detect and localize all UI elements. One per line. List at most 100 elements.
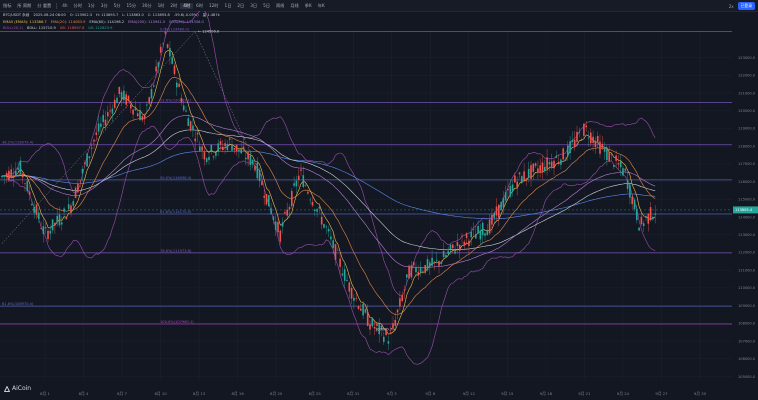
- toolbar-item[interactable]: 1时: [155, 3, 168, 9]
- toolbar-item[interactable]: 12时: [206, 3, 222, 9]
- candle-body: [498, 204, 500, 218]
- candle-body: [233, 147, 236, 150]
- candle-body: [470, 231, 472, 238]
- candle-body: [316, 208, 318, 212]
- candle-body: [302, 175, 305, 188]
- candle-body: [10, 169, 12, 178]
- candle-body: [141, 116, 144, 121]
- price-chart[interactable]: 123000.0 122000.0 121000.0 120000.0 119000.0…: [0, 11, 758, 400]
- candle-body: [240, 148, 242, 154]
- candle-body: [5, 173, 8, 176]
- candle-body: [222, 146, 224, 151]
- candle-body: [116, 97, 118, 104]
- toolbar-item[interactable]: 1分: [85, 3, 98, 9]
- y-tick-label: 118000.0: [738, 144, 756, 148]
- candle-body: [84, 162, 86, 164]
- candle-body: [88, 156, 91, 159]
- toolbar-item[interactable]: 3分: [98, 3, 111, 9]
- candle-body: [320, 216, 323, 225]
- toolbar-item[interactable]: 分 重置: [34, 3, 54, 9]
- candle-body: [307, 191, 309, 194]
- candle-body: [362, 303, 364, 316]
- candle-body: [51, 219, 54, 231]
- toolbar-item[interactable]: 分时: [71, 3, 85, 9]
- candle-body: [560, 159, 562, 165]
- candle-body: [228, 138, 231, 140]
- toolbar-item[interactable]: 15分: [124, 3, 140, 9]
- candle-body: [617, 163, 620, 165]
- toolbar-item[interactable]: 3日: [247, 3, 260, 9]
- toolbar-item[interactable]: 4时: [180, 2, 194, 9]
- candle-body: [300, 169, 302, 171]
- candle-body: [415, 266, 417, 273]
- candle-body: [164, 32, 167, 34]
- candle-body: [1, 176, 3, 178]
- y-tick-label: 108000.0: [738, 322, 756, 326]
- candle-body: [26, 180, 29, 192]
- candle-body: [173, 65, 176, 75]
- candle-body: [235, 144, 238, 152]
- toolbar-item[interactable]: 月线: [287, 3, 301, 9]
- candle-body: [297, 175, 300, 181]
- candle-body: [369, 324, 371, 330]
- candle-body: [410, 265, 413, 278]
- y-tick-label: 109000.0: [738, 304, 756, 308]
- candle-body: [350, 288, 353, 299]
- x-tick-label: 8月 4: [79, 391, 89, 396]
- candle-body: [525, 178, 528, 180]
- toolbar-item[interactable]: 2时: [167, 3, 180, 9]
- candle-body: [353, 297, 355, 301]
- candle-body: [314, 209, 316, 212]
- candle-body: [95, 132, 98, 136]
- current-price-label: 113605.4: [735, 208, 753, 212]
- candle-body: [139, 110, 141, 121]
- aicoin-icon: [4, 385, 10, 392]
- candle-body: [261, 181, 263, 186]
- toolbar-item[interactable]: 5日: [260, 3, 273, 9]
- y-tick-label: 114000.0: [738, 215, 756, 219]
- candle-body: [120, 92, 123, 100]
- y-tick-label: 113000.0: [738, 233, 756, 237]
- toolbar-item[interactable]: 4h: [59, 3, 70, 8]
- toolbar-item[interactable]: 30分: [139, 3, 155, 9]
- toolbar-item[interactable]: 5分: [111, 3, 124, 9]
- candle-body: [304, 185, 307, 186]
- x-tick-label: 9月 24: [617, 391, 630, 396]
- candle-body: [523, 171, 525, 181]
- toolbar-item[interactable]: 1日: [222, 3, 235, 9]
- toolbar-divider: [56, 2, 58, 9]
- toolbar-item[interactable]: 年K: [315, 3, 328, 9]
- candle-body: [419, 267, 422, 273]
- toolbar-item[interactable]: 所 周期: [14, 3, 34, 9]
- candle-body: [438, 261, 440, 266]
- candle-body: [567, 145, 569, 157]
- candle-body: [387, 341, 390, 344]
- candle-body: [185, 110, 187, 112]
- candle-body: [454, 251, 456, 254]
- zoom-control[interactable]: 2x: [729, 4, 734, 9]
- candle-body: [629, 184, 631, 198]
- candle-body: [445, 254, 447, 257]
- fib-level-label: 38.2%(118079.4): [2, 141, 34, 145]
- candle-body: [642, 223, 645, 226]
- candle-body: [24, 183, 26, 184]
- candle-body: [70, 205, 72, 213]
- candle-body: [613, 165, 615, 167]
- candle-body: [449, 244, 452, 250]
- candle-body: [585, 125, 587, 128]
- login-button[interactable]: 已登录: [737, 2, 755, 10]
- toolbar-item[interactable]: 周线: [273, 3, 287, 9]
- toolbar-item[interactable]: 2日: [234, 3, 247, 9]
- candle-body: [355, 297, 357, 299]
- candle-body: [118, 86, 121, 95]
- candle-body: [134, 108, 137, 111]
- candle-body: [281, 222, 284, 227]
- toolbar-item[interactable]: 6时: [193, 3, 206, 9]
- toolbar-item[interactable]: 指标: [0, 3, 14, 9]
- candle-body: [90, 147, 93, 149]
- candle-body: [3, 175, 6, 177]
- candle-body: [40, 227, 42, 229]
- y-tick-label: 119000.0: [738, 127, 756, 131]
- candle-body: [332, 240, 334, 248]
- toolbar-item[interactable]: 季K: [302, 3, 315, 9]
